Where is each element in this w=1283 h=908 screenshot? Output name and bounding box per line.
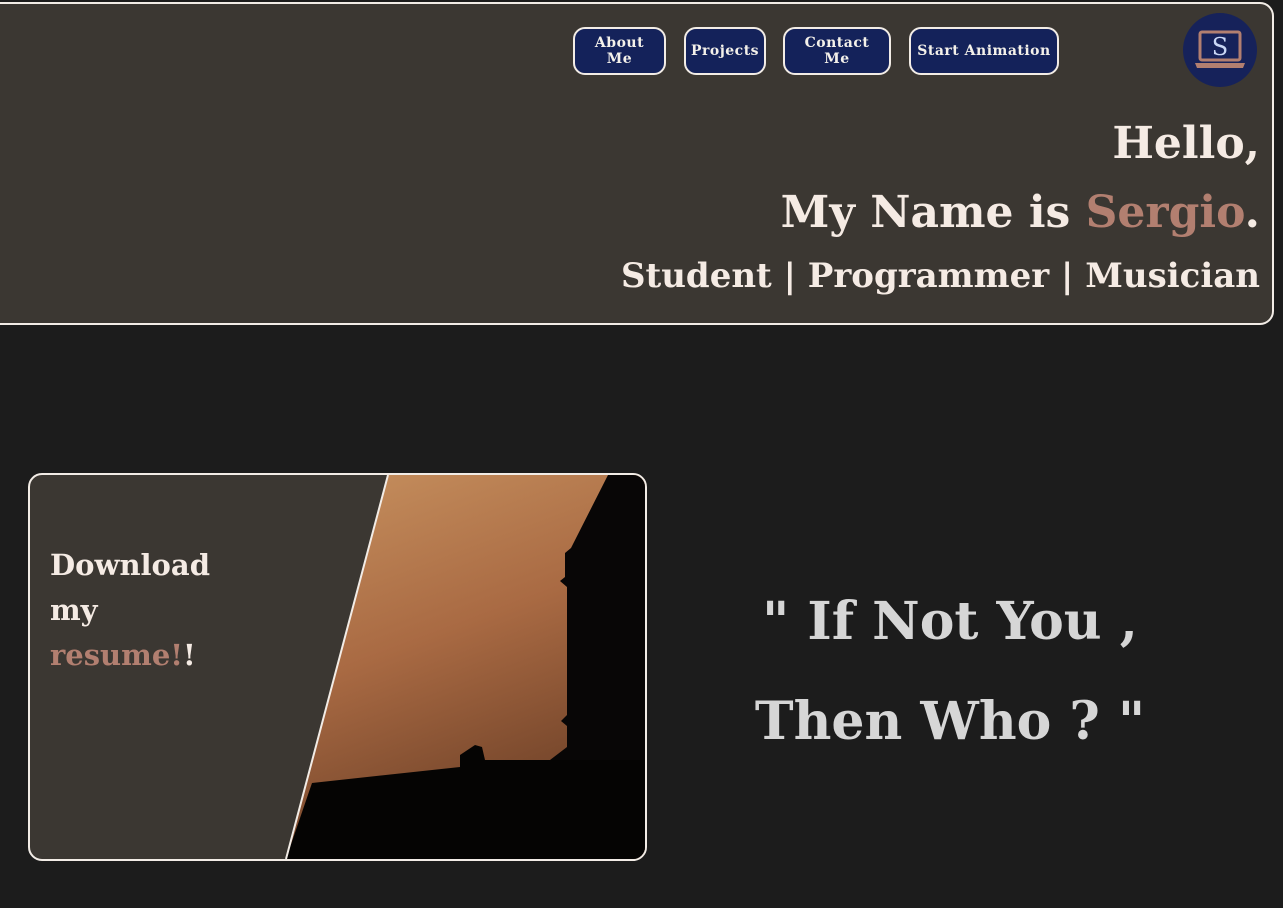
resume-card-text: Download my resume!! bbox=[50, 543, 210, 678]
resume-suffix: ! bbox=[183, 638, 196, 672]
roles-subtitle: Student | Programmer | Musician bbox=[620, 256, 1260, 296]
resume-link[interactable]: resume! bbox=[50, 638, 183, 672]
contact-me-button[interactable]: Contact Me bbox=[783, 27, 891, 75]
greeting-heading: Hello, bbox=[1112, 118, 1260, 169]
hero-header: About Me Projects Contact Me Start Anima… bbox=[0, 2, 1274, 325]
resume-line-3: resume!! bbox=[50, 633, 210, 678]
laptop-s-logo-icon: S bbox=[1195, 30, 1245, 68]
name-accent: Sergio bbox=[1085, 187, 1245, 238]
name-suffix: . bbox=[1244, 187, 1260, 238]
resume-line-2: my bbox=[50, 593, 98, 627]
logo-letter: S bbox=[1212, 33, 1228, 61]
start-animation-button[interactable]: Start Animation bbox=[909, 27, 1059, 75]
quote-line-2: Then Who ? " bbox=[754, 691, 1146, 752]
name-heading: My Name is Sergio. bbox=[781, 187, 1260, 238]
resume-line-1: Download bbox=[50, 548, 210, 582]
logo-link[interactable]: S bbox=[1183, 13, 1257, 87]
about-me-button[interactable]: About Me bbox=[573, 27, 666, 75]
projects-button[interactable]: Projects bbox=[684, 27, 766, 75]
quote-line-1: " If Not You , bbox=[762, 591, 1138, 652]
name-prefix: My Name is bbox=[780, 187, 1086, 238]
resume-download-card[interactable]: Download my resume!! bbox=[28, 473, 647, 861]
